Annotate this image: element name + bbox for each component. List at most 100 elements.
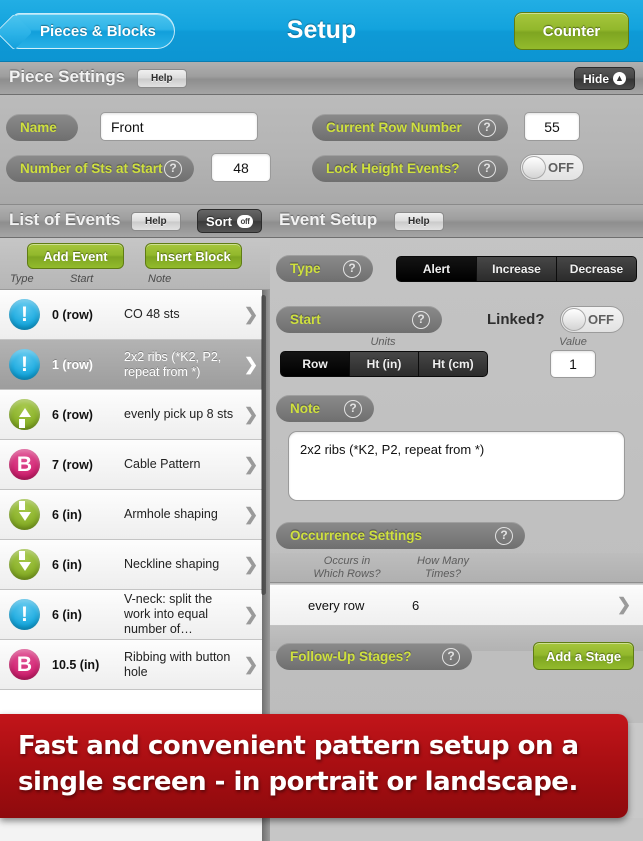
block-icon: B [9,649,40,680]
occurrence-row[interactable]: every row 6 ❯ [270,584,643,626]
events-action-bar: Add Event Insert Block Type Start Note [0,238,270,290]
app-root: Setup Pieces & Blocks Counter Piece Sett… [0,0,643,841]
event-setup-help-button[interactable]: Help [394,212,444,231]
list-of-events-title: List of Events [9,210,121,229]
event-list-row[interactable]: 6 (row) evenly pick up 8 sts ❯ [0,390,262,440]
toggle-knob [522,156,546,179]
event-list-row[interactable]: B 10.5 (in) Ribbing with button hole ❯ [0,640,262,690]
event-start-value: 6 (in) [52,507,82,522]
lock-height-events-label: Lock Height Events? ? [312,155,508,182]
event-note-text: evenly pick up 8 sts [124,407,234,421]
event-list-row[interactable]: B 7 (row) Cable Pattern ❯ [0,440,262,490]
back-button-pieces-and-blocks[interactable]: Pieces & Blocks [13,13,175,49]
sort-toggle-button[interactable]: Sort off [197,209,262,233]
occurrence-rows-value: every row [308,597,365,613]
piece-settings-panel: Name Front Number of Sts at Start ? 48 C… [0,95,643,205]
type-option-alert[interactable]: Alert [397,257,476,281]
block-icon: B [9,449,40,480]
current-row-number-value: 55 [544,118,560,135]
events-list[interactable]: ! 0 (row) CO 48 sts ❯! 1 (row) 2x2 ribs (*K2,… [0,290,270,723]
counter-button[interactable]: Counter [514,12,629,50]
name-label-text: Name [20,119,57,135]
question-mark-icon[interactable]: ? [343,259,361,278]
start-label: Start ? [276,306,442,333]
occurrence-column-headers: Occurs in Which Rows? How Many Times? [270,553,643,583]
type-option-decrease[interactable]: Decrease [556,257,636,281]
piece-settings-help-button[interactable]: Help [137,69,187,88]
hide-piece-settings-button[interactable]: Hide ▲ [573,67,635,90]
number-of-sts-value: 48 [233,159,249,176]
chevron-right-icon: ❯ [243,404,259,424]
event-start-value: 1 (row) [52,357,93,372]
add-a-stage-button[interactable]: Add a Stage [533,642,634,670]
units-option-row[interactable]: Row [281,352,349,376]
column-header-type: Type [10,273,34,285]
question-mark-icon[interactable]: ? [344,399,362,418]
name-input-value: Front [111,118,144,135]
note-textarea[interactable]: 2x2 ribs (*K2, P2, repeat from *) [288,431,625,501]
name-input[interactable]: Front [100,112,258,141]
occurrence-settings-label-text: Occurrence Settings [290,527,423,543]
linked-toggle[interactable]: OFF [560,306,624,333]
follow-up-stages-label-text: Follow-Up Stages? [290,648,412,664]
bottom-left-background [0,818,270,841]
toggle-knob [562,308,586,331]
chevron-right-icon: ❯ [243,554,259,574]
promo-banner: Fast and convenient pattern setup on a s… [0,714,628,818]
number-of-sts-input[interactable]: 48 [211,153,271,182]
events-list-scrollbar[interactable] [261,295,266,595]
question-mark-icon[interactable]: ? [478,159,496,178]
bottom-background [0,818,643,841]
units-segmented-control[interactable]: Row Ht (in) Ht (cm) [280,351,488,377]
column-header-start: Start [70,273,94,285]
question-mark-icon[interactable]: ? [495,526,513,545]
event-list-row[interactable]: 6 (in) Neckline shaping ❯ [0,540,262,590]
name-label: Name [6,114,78,141]
list-of-events-help-button[interactable]: Help [131,212,181,231]
chevron-right-icon: ❯ [243,354,259,374]
value-caption: Value [559,336,587,348]
question-mark-icon[interactable]: ? [412,310,430,329]
event-list-row[interactable]: ! 0 (row) CO 48 sts ❯ [0,290,262,340]
question-mark-icon[interactable]: ? [164,159,182,178]
type-label-text: Type [290,260,321,276]
piece-settings-header: Piece Settings Help Hide ▲ [0,62,643,95]
type-segmented-control[interactable]: Alert Increase Decrease [396,256,637,282]
alert-icon: ! [9,349,40,380]
event-start-value: 7 (row) [52,457,93,472]
event-start-value: 10.5 (in) [52,657,100,672]
chevron-right-icon: ❯ [243,654,259,674]
list-of-events-header: List of Events Help Sort off [0,205,270,238]
event-start-value: 6 (row) [52,407,93,422]
question-mark-icon[interactable]: ? [478,118,496,137]
linked-label: Linked? [487,311,545,328]
event-list-row[interactable]: ! 1 (row) 2x2 ribs (*K2, P2, repeat from *… [0,340,262,390]
units-option-ht-in[interactable]: Ht (in) [349,352,418,376]
sort-state-badge: off [237,214,253,228]
column-header-note: Note [148,273,172,285]
current-row-number-input[interactable]: 55 [524,112,580,141]
start-label-text: Start [290,311,321,327]
value-input[interactable]: 1 [550,350,596,378]
add-event-button[interactable]: Add Event [27,243,124,269]
arrow-up-icon: ▲ [613,72,626,85]
units-option-ht-cm[interactable]: Ht (cm) [418,352,487,376]
increase-icon [9,399,40,430]
piece-settings-title: Piece Settings [9,67,126,86]
event-list-row[interactable]: ! 6 (in) V-neck: split the work into equal… [0,590,262,640]
decrease-icon [9,499,40,530]
question-mark-icon[interactable]: ? [442,647,460,666]
type-option-increase[interactable]: Increase [476,257,556,281]
occurrence-settings-label: Occurrence Settings ? [276,522,525,549]
decrease-icon [9,549,40,580]
current-row-number-label-text: Current Row Number [326,119,462,135]
note-label: Note ? [276,395,374,422]
event-start-value: 0 (row) [52,307,93,322]
alert-icon: ! [9,599,40,630]
chevron-right-icon: ❯ [243,454,259,474]
linked-state: OFF [588,312,614,327]
event-note-text: Neckline shaping [124,557,220,571]
lock-height-events-toggle[interactable]: OFF [520,154,584,181]
event-list-row[interactable]: 6 (in) Armhole shaping ❯ [0,490,262,540]
insert-block-button[interactable]: Insert Block [145,243,242,269]
